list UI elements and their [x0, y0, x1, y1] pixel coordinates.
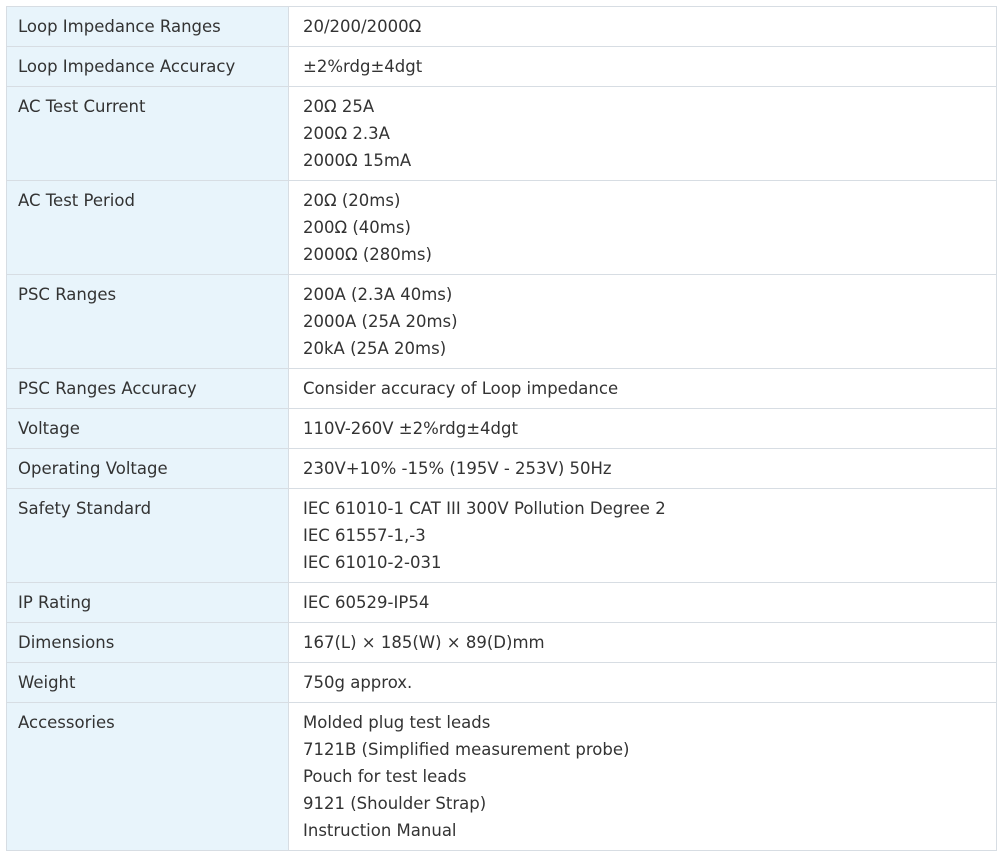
table-row: Safety Standard IEC 61010-1 CAT III 300V…	[6, 488, 997, 583]
spec-label: AC Test Current	[6, 86, 289, 181]
spec-value-line: IEC 60529-IP54	[303, 593, 430, 612]
spec-value-line: 20kA (25A 20ms)	[303, 339, 447, 358]
table-row: Loop Impedance Ranges 20/200/2000Ω	[6, 6, 997, 47]
spec-label: Loop Impedance Accuracy	[6, 46, 289, 87]
spec-label: Voltage	[6, 408, 289, 449]
spec-value: 20/200/2000Ω	[288, 6, 997, 47]
spec-value-line: 110V-260V ±2%rdg±4dgt	[303, 419, 518, 438]
spec-value: IEC 61010-1 CAT III 300V Pollution Degre…	[288, 488, 997, 583]
spec-value-line: IEC 61010-1 CAT III 300V Pollution Degre…	[303, 499, 666, 518]
spec-value: 110V-260V ±2%rdg±4dgt	[288, 408, 997, 449]
spec-value-line: 2000A (25A 20ms)	[303, 312, 458, 331]
spec-value-line: 20Ω 25A	[303, 97, 375, 116]
spec-value: 230V+10% -15% (195V - 253V) 50Hz	[288, 448, 997, 489]
spec-label: Loop Impedance Ranges	[6, 6, 289, 47]
spec-value-line: 2000Ω 15mA	[303, 151, 412, 170]
spec-value-line: Pouch for test leads	[303, 767, 467, 786]
spec-value-line: 200A (2.3A 40ms)	[303, 285, 453, 304]
spec-value-line: Consider accuracy of Loop impedance	[303, 379, 619, 398]
spec-value-line: Molded plug test leads	[303, 713, 491, 732]
spec-value-line: IEC 61557-1,-3	[303, 526, 426, 545]
spec-label: Weight	[6, 662, 289, 703]
spec-label: AC Test Period	[6, 180, 289, 275]
spec-value-line: 750g approx.	[303, 673, 413, 692]
table-row: PSC Ranges 200A (2.3A 40ms) 2000A (25A 2…	[6, 274, 997, 369]
spec-value-line: Instruction Manual	[303, 821, 457, 840]
table-row: PSC Ranges Accuracy Consider accuracy of…	[6, 368, 997, 409]
table-row: Weight 750g approx.	[6, 662, 997, 703]
table-row: AC Test Current 20Ω 25A 200Ω 2.3A 2000Ω …	[6, 86, 997, 181]
spec-label: Dimensions	[6, 622, 289, 663]
spec-value: 200A (2.3A 40ms) 2000A (25A 20ms) 20kA (…	[288, 274, 997, 369]
spec-value-line: 20/200/2000Ω	[303, 17, 422, 36]
spec-value-line: 20Ω (20ms)	[303, 191, 401, 210]
spec-value-line: 230V+10% -15% (195V - 253V) 50Hz	[303, 459, 612, 478]
table-row: Accessories Molded plug test leads 7121B…	[6, 702, 997, 851]
spec-value-line: 167(L) × 185(W) × 89(D)mm	[303, 633, 545, 652]
table-row: Dimensions 167(L) × 185(W) × 89(D)mm	[6, 622, 997, 663]
spec-label: PSC Ranges	[6, 274, 289, 369]
table-row: Operating Voltage 230V+10% -15% (195V - …	[6, 448, 997, 489]
spec-label: PSC Ranges Accuracy	[6, 368, 289, 409]
spec-label: IP Rating	[6, 582, 289, 623]
spec-value: IEC 60529-IP54	[288, 582, 997, 623]
spec-value: 750g approx.	[288, 662, 997, 703]
spec-value: 167(L) × 185(W) × 89(D)mm	[288, 622, 997, 663]
spec-value: Consider accuracy of Loop impedance	[288, 368, 997, 409]
spec-value-line: 9121 (Shoulder Strap)	[303, 794, 487, 813]
spec-value: Molded plug test leads 7121B (Simplified…	[288, 702, 997, 851]
specifications-table: Loop Impedance Ranges 20/200/2000Ω Loop …	[6, 6, 997, 851]
spec-value-line: 200Ω 2.3A	[303, 124, 390, 143]
specifications-table-body: Loop Impedance Ranges 20/200/2000Ω Loop …	[6, 6, 997, 851]
spec-value-line: IEC 61010-2-031	[303, 553, 442, 572]
table-row: Loop Impedance Accuracy ±2%rdg±4dgt	[6, 46, 997, 87]
spec-value-line: 7121B (Simplified measurement probe)	[303, 740, 630, 759]
spec-value: ±2%rdg±4dgt	[288, 46, 997, 87]
table-row: Voltage 110V-260V ±2%rdg±4dgt	[6, 408, 997, 449]
spec-label: Accessories	[6, 702, 289, 851]
spec-value-line: ±2%rdg±4dgt	[303, 57, 423, 76]
spec-value-line: 2000Ω (280ms)	[303, 245, 432, 264]
spec-value: 20Ω (20ms) 200Ω (40ms) 2000Ω (280ms)	[288, 180, 997, 275]
spec-label: Safety Standard	[6, 488, 289, 583]
spec-value-line: 200Ω (40ms)	[303, 218, 411, 237]
spec-label: Operating Voltage	[6, 448, 289, 489]
spec-value: 20Ω 25A 200Ω 2.3A 2000Ω 15mA	[288, 86, 997, 181]
table-row: IP Rating IEC 60529-IP54	[6, 582, 997, 623]
table-row: AC Test Period 20Ω (20ms) 200Ω (40ms) 20…	[6, 180, 997, 275]
